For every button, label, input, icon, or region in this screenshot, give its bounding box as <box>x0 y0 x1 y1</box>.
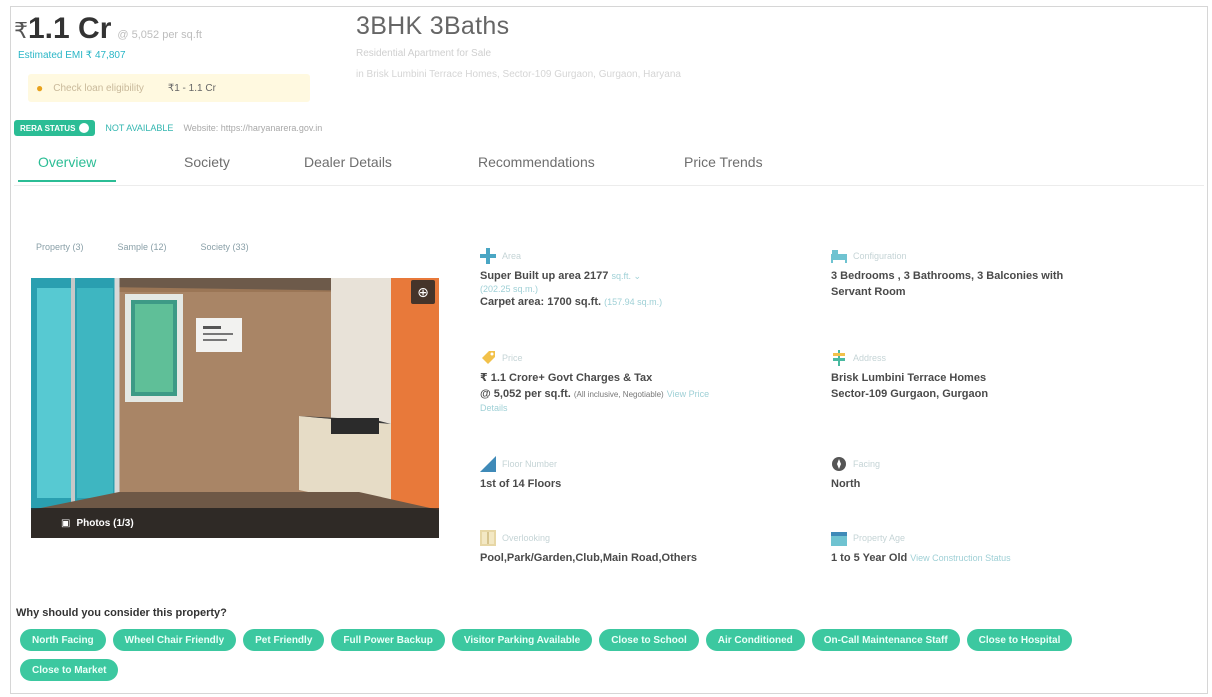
carpet-area: Carpet area: 1700 sq.ft. <box>480 296 602 308</box>
loan-eligibility-chip[interactable]: ● Check loan eligibility ₹1 - 1.1 Cr <box>28 74 310 102</box>
compass-icon <box>832 457 846 471</box>
detail-facing: Facing North <box>831 456 1161 492</box>
photo-gallery-icon: ▣ <box>61 517 71 529</box>
toggle-dot-icon <box>79 123 90 133</box>
detail-property-age: Property Age 1 to 5 Year Old View Constr… <box>831 530 1171 566</box>
tab-price-trends[interactable]: Price Trends <box>684 154 763 180</box>
property-age-label: Property Age <box>853 533 906 543</box>
property-photo[interactable]: ⊕ ▣ Photos (1/3) <box>31 278 439 538</box>
photo-tab-property[interactable]: Property (3) <box>36 242 84 252</box>
address-line1: Brisk Lumbini Terrace Homes <box>831 372 987 384</box>
overlooking-label: Overlooking <box>502 533 551 543</box>
feature-chip[interactable]: Close to Hospital <box>966 629 1073 651</box>
configuration-line1: 3 Bedrooms , 3 Bathrooms, 3 Balconies wi… <box>831 270 1064 282</box>
feature-chip[interactable]: Close to Market <box>20 659 119 681</box>
view-price-details-link[interactable]: View Price <box>667 389 709 399</box>
overlooking-value: Pool,Park/Garden,Club,Main Road,Others <box>480 552 697 564</box>
feature-chip[interactable]: Visitor Parking Available <box>451 629 593 651</box>
photo-count: Photos (1/3) <box>76 517 134 529</box>
feature-chip[interactable]: Full Power Backup <box>331 629 445 651</box>
detail-configuration: Configuration 3 Bedrooms , 3 Bathrooms, … <box>831 248 1171 300</box>
rera-website[interactable]: Website: https://haryanarera.gov.in <box>183 123 322 133</box>
address-label: Address <box>853 353 887 363</box>
detail-overlooking: Overlooking Pool,Park/Garden,Club,Main R… <box>480 530 820 566</box>
floor-label: Floor Number <box>502 459 558 469</box>
loan-eligibility-label: Check loan eligibility <box>53 82 144 94</box>
facing-value: North <box>831 478 861 490</box>
address-line2: Sector-109 Gurgaon, Gurgaon <box>831 388 989 400</box>
price-value: ₹1.1 Cr <box>14 12 112 45</box>
tab-society[interactable]: Society <box>184 154 230 180</box>
feature-chips: North Facing Wheel Chair Friendly Pet Fr… <box>20 629 1100 681</box>
detail-tabs: Overview Society Dealer Details Recommen… <box>14 150 1204 186</box>
loan-eligibility-value: ₹1 - 1.1 Cr <box>167 82 216 94</box>
property-address: in Brisk Lumbini Terrace Homes, Sector-1… <box>356 69 681 80</box>
detail-address: Address Brisk Lumbini Terrace Homes Sect… <box>831 350 1171 402</box>
page-title: 3BHK 3Baths <box>356 12 510 40</box>
tab-recommendations[interactable]: Recommendations <box>478 154 595 180</box>
facing-label: Facing <box>853 459 881 469</box>
rera-row: RERA STATUS NOT AVAILABLE Website: https… <box>14 120 322 136</box>
configuration-label: Configuration <box>853 251 907 261</box>
location-pin-icon: ● <box>36 81 44 95</box>
area-unit-selector[interactable]: sq.ft. ⌄ <box>611 271 641 281</box>
price-inclusive-note: (All inclusive, Negotiable) <box>573 390 664 399</box>
tab-overview[interactable]: Overview <box>18 154 117 182</box>
price-label: Price <box>502 353 523 363</box>
property-subtitle: Residential Apartment for Sale <box>356 48 492 59</box>
photo-caption[interactable]: ▣ Photos (1/3) <box>31 508 439 538</box>
location-icon <box>833 350 845 366</box>
stairs-icon <box>480 456 496 472</box>
detail-area: Area Super Built up area 2177 sq.ft. ⌄ (… <box>480 248 810 310</box>
detail-price: Price ₹ 1.1 Crore+ Govt Charges & Tax @ … <box>480 350 820 413</box>
price-block: ₹1.1 Cr @ 5,052 per sq.ft <box>14 12 202 46</box>
area-label: Area <box>502 251 522 261</box>
feature-chip[interactable]: Close to School <box>599 629 699 651</box>
view-price-details-link-2[interactable]: Details <box>480 403 820 413</box>
rera-status-badge[interactable]: RERA STATUS <box>14 120 96 136</box>
feature-chip[interactable]: On-Call Maintenance Staff <box>811 629 960 651</box>
price-tag-icon <box>482 351 495 364</box>
rera-number: NOT AVAILABLE <box>105 123 174 133</box>
price-per-sqft: @ 5,052 per sq.ft <box>117 29 202 41</box>
detail-floor: Floor Number 1st of 14 Floors <box>480 456 810 492</box>
emi-link[interactable]: Estimated EMI ₹ 47,807 <box>18 50 126 61</box>
feature-chip[interactable]: Pet Friendly <box>243 629 325 651</box>
room-photo-image <box>31 278 439 538</box>
feature-chip[interactable]: Wheel Chair Friendly <box>112 629 237 651</box>
carpet-area-sqm: (157.94 sq.m.) <box>604 297 663 307</box>
property-age-value: 1 to 5 Year Old <box>831 552 908 564</box>
photo-tab-society[interactable]: Society (33) <box>201 242 249 252</box>
photo-tabs: Property (3) Sample (12) Society (33) <box>36 242 249 252</box>
price-line1: ₹ 1.1 Crore+ Govt Charges & Tax <box>480 372 653 384</box>
tab-dealer-details[interactable]: Dealer Details <box>304 154 392 180</box>
feature-chip[interactable]: North Facing <box>20 629 106 651</box>
zoom-icon[interactable]: ⊕ <box>411 280 435 304</box>
super-area-sqm: (202.25 sq.m.) <box>480 284 539 294</box>
bed-icon <box>831 250 847 263</box>
area-icon <box>480 248 496 264</box>
window-icon <box>480 530 496 546</box>
price-per-sqft-detail: @ 5,052 per sq.ft. <box>480 388 571 400</box>
feature-chip[interactable]: Air Conditioned <box>705 629 805 651</box>
photo-tab-sample[interactable]: Sample (12) <box>118 242 167 252</box>
super-area: Super Built up area 2177 <box>480 270 609 282</box>
configuration-line2: Servant Room <box>831 286 906 298</box>
floor-value: 1st of 14 Floors <box>480 478 562 490</box>
view-construction-status-link[interactable]: View Construction Status <box>910 553 1010 563</box>
calendar-icon <box>831 532 847 546</box>
why-consider-heading: Why should you consider this property? <box>16 607 227 619</box>
